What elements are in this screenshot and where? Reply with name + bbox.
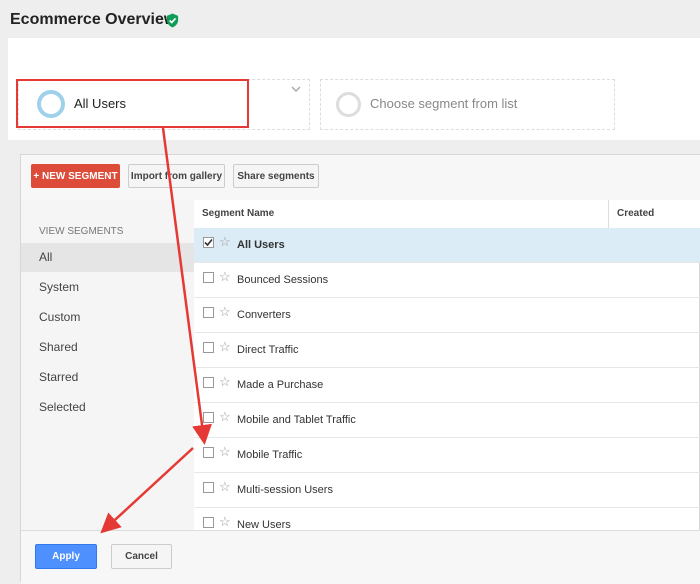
sidebar-item-system[interactable]: System (21, 273, 194, 302)
table-row[interactable]: ☆ All Users (194, 228, 700, 263)
table-row[interactable]: ☆ Multi-session Users (194, 473, 700, 508)
column-header-created[interactable]: Created (617, 208, 654, 219)
row-label: New Users (237, 519, 291, 530)
star-icon[interactable]: ☆ (219, 409, 231, 425)
row-checkbox[interactable] (203, 377, 214, 388)
row-checkbox[interactable] (203, 237, 214, 248)
sidebar-item-all[interactable]: All (21, 243, 194, 272)
star-icon[interactable]: ☆ (219, 339, 231, 355)
row-checkbox[interactable] (203, 412, 214, 423)
row-label: Direct Traffic (237, 344, 299, 356)
segment-toolbar: + NEW SEGMENT Import from gallery Share … (21, 155, 700, 201)
column-header-segment-name[interactable]: Segment Name (202, 208, 274, 219)
annotation-highlight-box (16, 79, 249, 128)
share-segments-button[interactable]: Share segments (233, 164, 319, 188)
page-title: Ecommerce Overview (10, 11, 177, 28)
star-icon[interactable]: ☆ (219, 269, 231, 285)
star-icon[interactable]: ☆ (219, 514, 231, 530)
row-label: All Users (237, 239, 285, 251)
segment-panel: + NEW SEGMENT Import from gallery Share … (20, 154, 700, 584)
apply-button[interactable]: Apply (35, 544, 97, 569)
star-icon[interactable]: ☆ (219, 374, 231, 390)
row-label: Bounced Sessions (237, 274, 329, 286)
row-label: Mobile Traffic (237, 449, 303, 461)
row-label: Multi-session Users (237, 484, 333, 496)
chevron-down-icon[interactable] (291, 84, 301, 94)
row-checkbox[interactable] (203, 272, 214, 283)
star-icon[interactable]: ☆ (219, 304, 231, 320)
choose-segment-slot[interactable]: Choose segment from list (320, 79, 615, 130)
panel-footer: Apply Cancel (21, 530, 700, 584)
column-divider (608, 200, 609, 228)
sidebar-item-selected[interactable]: Selected (21, 393, 194, 422)
table-row[interactable]: ☆ Direct Traffic (194, 333, 700, 368)
row-checkbox[interactable] (203, 447, 214, 458)
cancel-button[interactable]: Cancel (111, 544, 172, 569)
empty-segment-ring-icon (336, 92, 361, 117)
choose-segment-label: Choose segment from list (370, 96, 518, 111)
import-from-gallery-button[interactable]: Import from gallery (128, 164, 225, 188)
row-checkbox[interactable] (203, 482, 214, 493)
table-row[interactable]: ☆ New Users (194, 508, 700, 530)
row-label: Mobile and Tablet Traffic (237, 414, 356, 426)
star-icon[interactable]: ☆ (219, 234, 231, 250)
star-icon[interactable]: ☆ (219, 479, 231, 495)
star-icon[interactable]: ☆ (219, 444, 231, 460)
row-label: Converters (237, 309, 291, 321)
segments-table: Segment Name Created ☆ All Users ☆ Bounced … (194, 200, 700, 530)
view-segments-sidebar: VIEW SEGMENTS All System Custom Shared S… (21, 200, 194, 530)
table-row[interactable]: ☆ Mobile Traffic (194, 438, 700, 473)
new-segment-button[interactable]: + NEW SEGMENT (31, 164, 120, 188)
sidebar-heading: VIEW SEGMENTS (39, 226, 124, 237)
sidebar-item-custom[interactable]: Custom (21, 303, 194, 332)
row-checkbox[interactable] (203, 517, 214, 528)
table-row[interactable]: ☆ Converters (194, 298, 700, 333)
sidebar-item-starred[interactable]: Starred (21, 363, 194, 392)
table-row[interactable]: ☆ Mobile and Tablet Traffic (194, 403, 700, 438)
table-row[interactable]: ☆ Bounced Sessions (194, 263, 700, 298)
table-header: Segment Name Created (194, 200, 700, 229)
row-checkbox[interactable] (203, 342, 214, 353)
sidebar-item-shared[interactable]: Shared (21, 333, 194, 362)
table-row[interactable]: ☆ Made a Purchase (194, 368, 700, 403)
verified-check-icon (166, 13, 179, 28)
row-label: Made a Purchase (237, 379, 324, 391)
row-checkbox[interactable] (203, 307, 214, 318)
